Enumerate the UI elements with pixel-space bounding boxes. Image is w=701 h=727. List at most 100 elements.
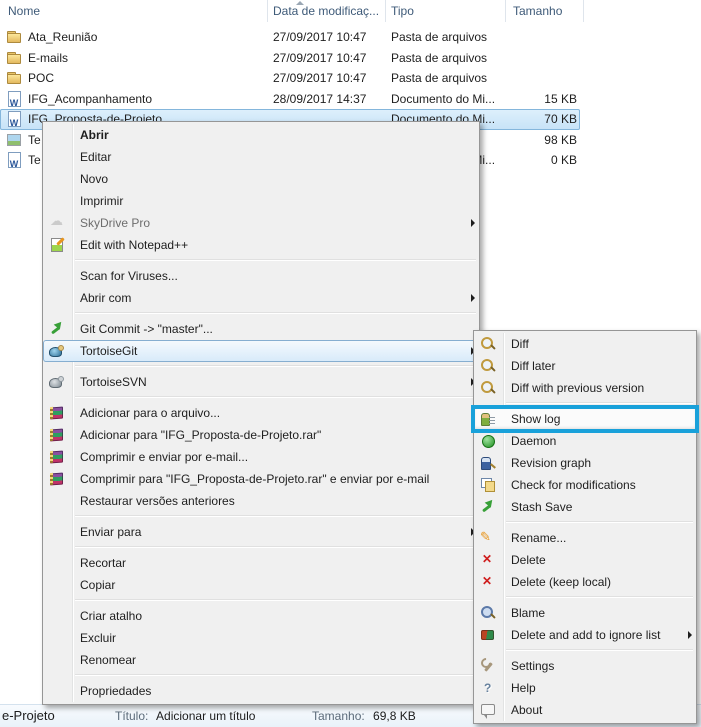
menu-separator [75,396,476,398]
context-menu-item[interactable]: Restaurar versões anteriores [43,490,479,512]
submenu-item[interactable]: Rename... [474,527,696,549]
context-menu-item[interactable]: TortoiseSVN [43,371,479,393]
column-divider[interactable] [583,0,584,22]
file-size [505,68,577,89]
winrar-icon [49,449,65,465]
context-menu-item[interactable]: Comprimir e enviar por e-mail... [43,446,479,468]
no-icon [49,193,65,209]
file-size: 98 KB [505,130,577,151]
context-menu-item[interactable]: Comprimir para "IFG_Proposta-de-Projeto.… [43,468,479,490]
submenu-item[interactable]: Diff [474,333,696,355]
no-icon [49,493,65,509]
submenu-item[interactable]: Stash Save [474,496,696,518]
column-divider[interactable] [385,0,386,22]
context-menu-item[interactable]: Adicionar para o arquivo... [43,402,479,424]
sort-ascending-icon [296,1,304,5]
submenu-item[interactable]: Settings [474,655,696,677]
tortoisegit-submenu: Diff Diff later Diff with previous versi… [473,330,697,724]
context-menu-item[interactable]: Edit with Notepad++ [43,234,479,256]
column-header-tamanho[interactable]: Tamanho [513,0,562,22]
title-value[interactable]: Adicionar um título [156,709,255,723]
submenu-item[interactable]: Blame [474,602,696,624]
menu-item-label: Adicionar para "IFG_Proposta-de-Projeto.… [80,428,321,442]
menu-item-label: Copiar [80,578,115,592]
file-row[interactable]: E-mails 27/09/2017 10:47 Pasta de arquiv… [0,48,580,69]
menu-item-label: Git Commit -> "master"... [80,322,213,336]
check-modifications-icon [480,477,496,493]
tortoisesvn-turtle-icon [49,374,65,390]
notepadpp-icon [49,237,65,253]
file-row[interactable]: POC 27/09/2017 10:47 Pasta de arquivos [0,68,580,89]
folder-icon [6,70,22,86]
submenu-item[interactable]: Revision graph [474,452,696,474]
context-menu-item[interactable]: Criar atalho [43,605,479,627]
context-menu-item[interactable]: Abrir com [43,287,479,309]
menu-item-label: Enviar para [80,525,141,539]
column-header-data-de-modifica[interactable]: Data de modificaç... [273,0,379,22]
globe-icon [480,433,496,449]
menu-item-label: Excluir [80,631,116,645]
file-name: Ata_Reunião [28,27,263,48]
context-menu-item[interactable]: Copiar [43,574,479,596]
submenu-item[interactable]: Daemon [474,430,696,452]
context-menu-item[interactable]: Renomear [43,649,479,671]
submenu-item[interactable]: About [474,699,696,721]
title-label: Título: [115,709,148,723]
submenu-item[interactable]: Delete (keep local) [474,571,696,593]
context-menu-item[interactable]: Git Commit -> "master"... [43,318,479,340]
no-icon [49,577,65,593]
context-menu-item[interactable]: Abrir [43,124,479,146]
column-divider[interactable] [267,0,268,22]
context-menu-item[interactable]: Enviar para [43,521,479,543]
submenu-item[interactable]: Help [474,677,696,699]
submenu-item[interactable]: Show log [474,408,696,430]
tortoisegit-turtle-icon [49,343,65,359]
context-menu-item[interactable]: Propriedades [43,680,479,702]
menu-item-label: SkyDrive Pro [80,216,150,230]
menu-separator [75,546,476,548]
submenu-arrow-icon [471,294,475,302]
context-menu-item[interactable]: Recortar [43,552,479,574]
magnifier-icon [480,336,496,352]
column-headers: Nome Data de modificaç... Tipo Tamanho [0,0,701,22]
menu-item-label: Propriedades [80,684,151,698]
ignore-list-icon [480,627,496,643]
file-name: E-mails [28,48,263,69]
statusbar-filename-partial: e-Projeto [2,705,55,727]
submenu-item[interactable]: Delete and add to ignore list [474,624,696,646]
submenu-item[interactable]: Diff later [474,355,696,377]
submenu-item[interactable]: Delete [474,549,696,571]
menu-item-label: Recortar [80,556,126,570]
file-size [505,48,577,69]
menu-item-label: Delete [511,553,546,567]
menu-item-label: Settings [511,659,554,673]
context-menu-item[interactable]: SkyDrive Pro [43,212,479,234]
menu-separator [506,402,693,404]
menu-separator [75,599,476,601]
context-menu-item[interactable]: TortoiseGit [43,340,479,362]
column-header-nome[interactable]: Nome [8,0,40,22]
column-divider[interactable] [505,0,506,22]
context-menu-item[interactable]: Scan for Viruses... [43,265,479,287]
submenu-item[interactable]: Diff with previous version [474,377,696,399]
context-menu-item[interactable]: Excluir [43,627,479,649]
file-row[interactable]: IFG_Acompanhamento 28/09/2017 14:37 Docu… [0,89,580,110]
context-menu-item[interactable]: Imprimir [43,190,479,212]
show-log-icon [480,411,496,427]
context-menu-item[interactable]: Adicionar para "IFG_Proposta-de-Projeto.… [43,424,479,446]
statusbar-title-group: Título: Adicionar um título [115,705,255,727]
file-row[interactable]: Ata_Reunião 27/09/2017 10:47 Pasta de ar… [0,27,580,48]
file-date: 27/09/2017 10:47 [273,27,383,48]
context-menu-item[interactable]: Editar [43,146,479,168]
menu-item-label: TortoiseGit [80,344,137,358]
word-icon [6,91,22,107]
context-menu-item[interactable]: Novo [43,168,479,190]
no-icon [49,630,65,646]
blame-magnifier-icon [480,605,496,621]
menu-item-label: Check for modifications [511,478,636,492]
column-header-tipo[interactable]: Tipo [391,0,414,22]
menu-item-label: Restaurar versões anteriores [80,494,235,508]
submenu-item[interactable]: Check for modifications [474,474,696,496]
statusbar-size-group: Tamanho: 69,8 KB [312,705,416,727]
menu-item-label: Rename... [511,531,566,545]
